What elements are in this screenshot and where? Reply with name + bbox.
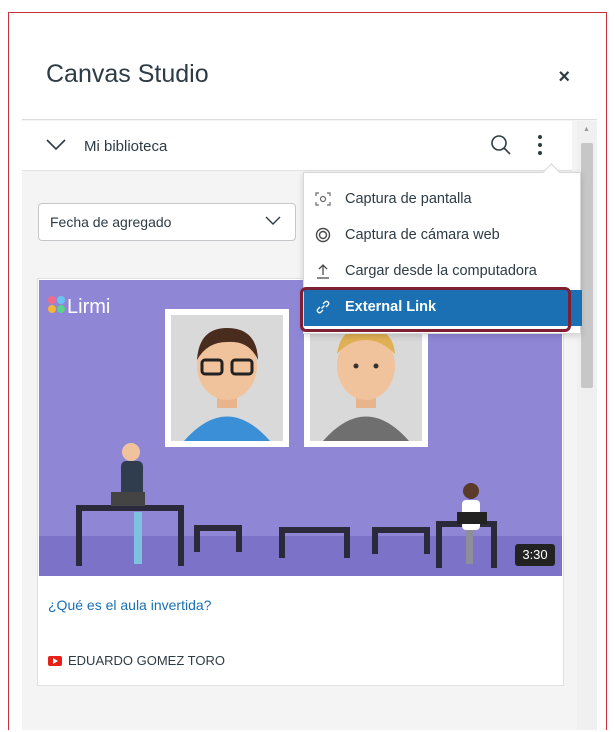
canvas-studio-panel: Canvas Studio × Mi biblioteca ▲ Fecha de… <box>22 22 597 730</box>
chevron-down-icon <box>265 216 281 225</box>
sort-select[interactable]: Fecha de agregado <box>38 203 296 241</box>
video-owner: EDUARDO GOMEZ TORO <box>68 653 225 668</box>
menu-item-screen-capture[interactable]: Captura de pantalla <box>304 182 582 218</box>
scrollbar-thumb[interactable] <box>581 143 593 388</box>
svg-text:Lirmi: Lirmi <box>67 296 110 318</box>
library-bar: Mi biblioteca <box>22 121 572 171</box>
scroll-up-arrow-icon[interactable]: ▲ <box>583 126 590 133</box>
upload-icon <box>317 264 329 279</box>
video-card[interactable]: Lirmi 3:30 ¿Qué es el aula invertida? ED… <box>37 278 564 686</box>
panel-header: Canvas Studio × <box>22 22 597 120</box>
menu-item-upload-computer[interactable]: Cargar desde la computadora <box>304 254 582 290</box>
page-title: Canvas Studio <box>46 60 209 88</box>
menu-item-label: Captura de cámara web <box>345 227 500 243</box>
youtube-icon <box>48 656 62 666</box>
webcam-icon <box>315 227 331 243</box>
menu-item-label: Captura de pantalla <box>345 191 472 207</box>
video-title-link[interactable]: ¿Qué es el aula invertida? <box>48 597 211 613</box>
close-button[interactable]: × <box>558 66 570 89</box>
chevron-down-icon[interactable] <box>46 139 66 151</box>
menu-item-webcam-capture[interactable]: Captura de cámara web <box>304 218 582 254</box>
more-vertical-icon[interactable] <box>536 133 544 157</box>
menu-item-label: Cargar desde la computadora <box>345 263 537 279</box>
highlight-ring <box>300 287 571 332</box>
search-icon[interactable] <box>490 134 512 156</box>
sort-selected-value: Fecha de agregado <box>50 214 172 230</box>
portrait-glasses-man <box>165 309 289 447</box>
library-selector[interactable]: Mi biblioteca <box>84 138 167 155</box>
screen-capture-icon <box>315 192 331 206</box>
video-duration-badge: 3:30 <box>515 544 555 566</box>
